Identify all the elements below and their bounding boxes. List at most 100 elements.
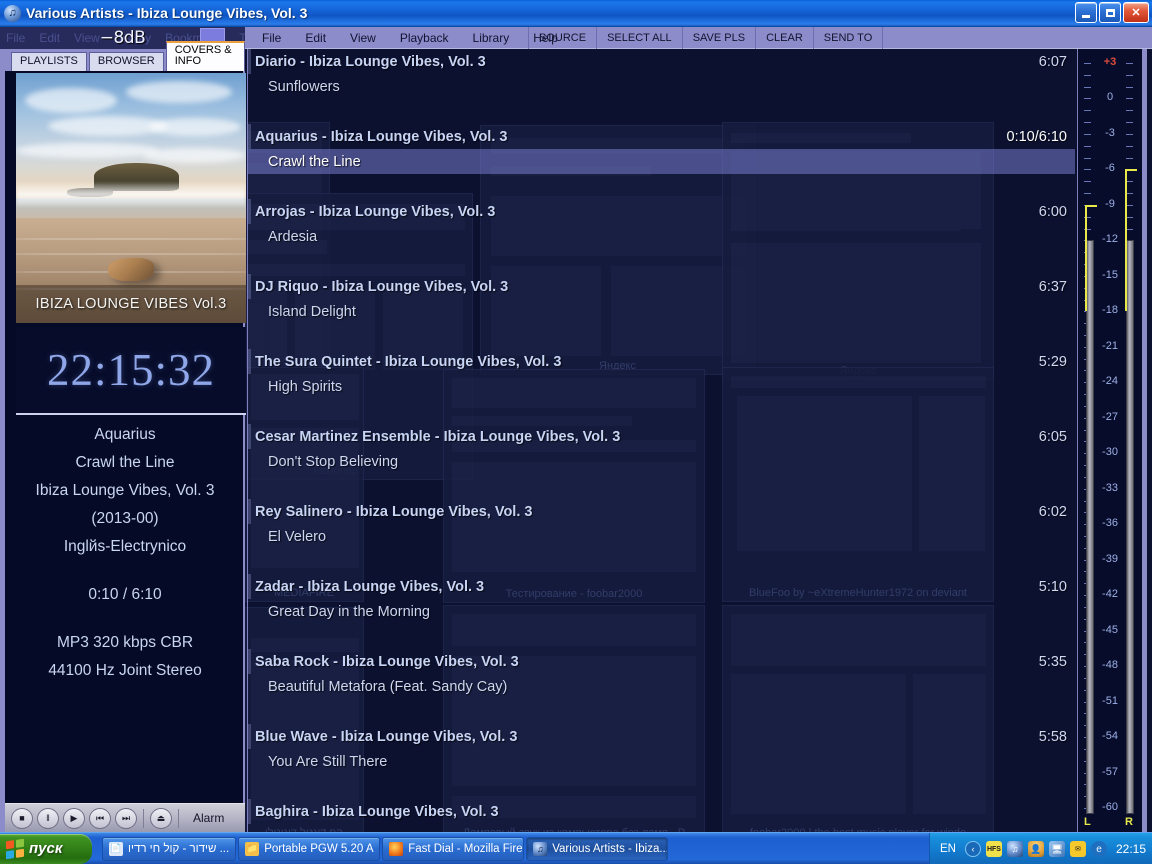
taskbar-item[interactable]: 📁 Portable PGW 5.20 A xyxy=(238,836,381,861)
menu-item-edit[interactable]: Edit xyxy=(293,31,338,45)
menu-item-playback[interactable]: Playback xyxy=(388,31,461,45)
playlist-entry[interactable]: Blue Wave - Ibiza Lounge Vibes, Vol. 3 Y… xyxy=(248,724,1075,774)
ie-icon[interactable]: e xyxy=(1090,841,1107,857)
playlist-track[interactable]: You Are Still There 5:58 xyxy=(248,729,1075,774)
system-tray: EN ‹ HFS ♫ 👤 🖥 ✉ e 22:15 xyxy=(928,833,1152,864)
playlist-track-title: Crawl the Line xyxy=(268,153,361,170)
windows-logo-icon xyxy=(6,838,24,859)
playlist-entry[interactable]: The Sura Quintet - Ibiza Lounge Vibes, V… xyxy=(248,349,1075,399)
play-button[interactable]: ▶ xyxy=(63,807,85,829)
pause-button[interactable]: ‖ xyxy=(37,807,59,829)
taskbar-item-label: Various Artists - Ibiza... xyxy=(552,842,669,855)
close-button[interactable]: ✕ xyxy=(1123,2,1149,23)
select-all-button[interactable]: SELECT ALL xyxy=(596,27,682,49)
previous-button[interactable]: ⏮ xyxy=(89,807,111,829)
tray-clock[interactable]: 22:15 xyxy=(1116,842,1146,856)
minimize-button[interactable] xyxy=(1075,2,1097,23)
vu-tick xyxy=(1084,193,1091,195)
eject-button[interactable]: ⏏ xyxy=(150,807,172,829)
vu-tick xyxy=(1126,86,1133,88)
album-art[interactable]: IBIZA LOUNGE VIBES Vol.3 xyxy=(16,73,246,323)
playlist-track[interactable]: Don't Stop Believing 6:05 xyxy=(248,429,1075,474)
vu-tick xyxy=(1126,228,1133,230)
now-playing-time: 0:10 / 6:10 xyxy=(88,586,162,603)
taskbar-item-label: שידור - קול חי רדיו ... xyxy=(128,842,230,855)
now-playing-samplerate: 44100 Hz Joint Stereo xyxy=(48,662,202,679)
foobar-icon[interactable]: ♫ xyxy=(1006,841,1023,857)
vu-meter: +3 0 -3 -6 -9 -12 -15 -18 -21 -24 -27 -30 -33 -36 -39-… xyxy=(1077,49,1147,832)
taskbar-item[interactable]: 📄 שידור - קול חי רדיו ... xyxy=(102,836,237,861)
playlist-track-duration: 6:37 xyxy=(1038,278,1067,295)
menu-item-file[interactable]: File xyxy=(250,31,293,45)
restore-icon xyxy=(1105,8,1115,17)
playlist-group-header: Blue Wave - Ibiza Lounge Vibes, Vol. 3 xyxy=(248,724,1075,749)
vu-tick xyxy=(1084,74,1091,76)
hfs-icon[interactable]: HFS xyxy=(985,841,1002,857)
playlist-track-duration: 5:35 xyxy=(1038,653,1067,670)
vu-tick xyxy=(1084,145,1091,147)
chevron-left-icon[interactable]: ‹ xyxy=(964,841,981,857)
playlist-group-header: Rey Salinero - Ibiza Lounge Vibes, Vol. … xyxy=(248,499,1075,524)
start-button[interactable]: пуск xyxy=(0,833,92,864)
playlist-track[interactable]: Island Delight 6:37 xyxy=(248,279,1075,324)
tab-playlists[interactable]: PLAYLISTS xyxy=(11,52,87,71)
taskbar-item-active[interactable]: ♫ Various Artists - Ibiza... xyxy=(526,836,669,861)
playlist-entry[interactable]: Cesar Martinez Ensemble - Ibiza Lounge V… xyxy=(248,424,1075,474)
network-icon[interactable]: 🖥 xyxy=(1048,841,1065,857)
playlist-track[interactable]: Ardesia 6:00 xyxy=(248,204,1075,249)
playlist-entry[interactable]: Zadar - Ibiza Lounge Vibes, Vol. 3 Great… xyxy=(248,574,1075,624)
tab-covers-and-info[interactable]: COVERS & INFO xyxy=(165,41,245,71)
playlist-track[interactable]: Sunflowers 6:07 xyxy=(248,54,1075,99)
clock-display: 22:15:32 xyxy=(16,327,246,415)
tab-browser[interactable]: BROWSER xyxy=(88,52,164,71)
stop-button[interactable]: ■ xyxy=(11,807,33,829)
window-title-bar[interactable]: ♫ Various Artists - Ibiza Lounge Vibes, … xyxy=(0,0,1152,27)
playlist-track[interactable]: Beautiful Metafora (Feat. Sandy Cay) 5:3… xyxy=(248,654,1075,699)
now-playing-genre: Inglйs-Electrynico xyxy=(63,538,187,555)
playlist-entry[interactable]: Rey Salinero - Ibiza Lounge Vibes, Vol. … xyxy=(248,499,1075,549)
playlist-track[interactable]: Great Day in the Morning 5:10 xyxy=(248,579,1075,624)
language-indicator[interactable]: EN xyxy=(940,843,956,855)
save-pls-button[interactable]: SAVE PLS xyxy=(681,27,755,49)
send-to-button[interactable]: SEND TO xyxy=(812,27,884,49)
restore-button[interactable] xyxy=(1099,2,1121,23)
playlist-track[interactable]: High Spirits 5:29 xyxy=(248,354,1075,399)
menu-item-view[interactable]: View xyxy=(338,31,388,45)
window-controls: ✕ xyxy=(1075,2,1149,23)
taskbar-item[interactable]: Fast Dial - Mozilla Fire... xyxy=(382,836,525,861)
playlist-track-title: Island Delight xyxy=(268,303,356,320)
menu-item-library[interactable]: Library xyxy=(461,31,522,45)
playlist-view[interactable]: Diario - Ibiza Lounge Vibes, Vol. 3 Sunf… xyxy=(247,49,1075,832)
playlist-track-title: Don't Stop Believing xyxy=(268,453,399,470)
playlist-entry[interactable]: Baghira - Ibiza Lounge Vibes, Vol. 3 xyxy=(248,799,1075,824)
playlist-group-header: Arrojas - Ibiza Lounge Vibes, Vol. 3 xyxy=(248,199,1075,224)
playlist-track-title: Ardesia xyxy=(268,228,318,245)
source-button[interactable]: SOURCE xyxy=(528,27,596,49)
stop-icon: ■ xyxy=(19,813,25,823)
next-button[interactable]: ⏭ xyxy=(115,807,137,829)
vu-scale-label: -9 xyxy=(1105,197,1115,210)
now-playing-info: Aquarius Crawl the Line Ibiza Lounge Vib… xyxy=(5,421,245,685)
alarm-button[interactable]: Alarm xyxy=(193,811,224,825)
messenger-icon[interactable]: ✉ xyxy=(1069,841,1086,857)
playlist-entry[interactable]: DJ Riquo - Ibiza Lounge Vibes, Vol. 3 Is… xyxy=(248,274,1075,324)
playlist-track[interactable]: El Velero 6:02 xyxy=(248,504,1075,549)
vu-bar-left xyxy=(1086,240,1094,814)
vu-tick xyxy=(1084,86,1091,88)
playlist-entry[interactable]: Saba Rock - Ibiza Lounge Vibes, Vol. 3 B… xyxy=(248,649,1075,699)
playlist-track-duration: 6:05 xyxy=(1038,428,1067,445)
playlist-track-selected[interactable]: Crawl the Line 0:10/6:10 xyxy=(248,129,1075,174)
vu-scale-label: 0 xyxy=(1106,91,1114,104)
playlist-entry[interactable]: Diario - Ibiza Lounge Vibes, Vol. 3 Sunf… xyxy=(248,49,1075,99)
clear-button[interactable]: CLEAR xyxy=(755,27,813,49)
minimize-icon xyxy=(1082,14,1090,18)
playlist-entry[interactable]: Arrojas - Ibiza Lounge Vibes, Vol. 3 Ard… xyxy=(248,199,1075,249)
playlist-group-header: DJ Riquo - Ibiza Lounge Vibes, Vol. 3 xyxy=(248,274,1075,299)
album-art-rock xyxy=(108,258,154,281)
playlist-entry[interactable]: Aquarius - Ibiza Lounge Vibes, Vol. 3 Cr… xyxy=(248,124,1075,174)
user-icon[interactable]: 👤 xyxy=(1027,841,1044,857)
